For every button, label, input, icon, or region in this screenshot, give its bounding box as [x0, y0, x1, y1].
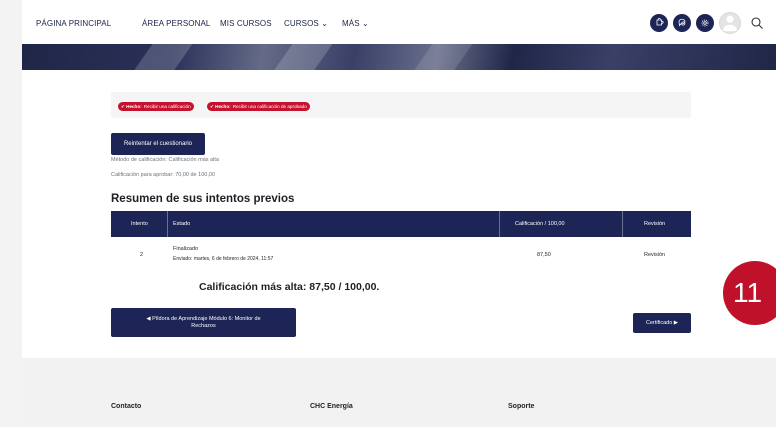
previous-activity-button[interactable]: ◀ Píldora de Aprendizaje Módulo 6: Monit…	[111, 308, 296, 337]
footer	[22, 358, 776, 427]
attempts-table-header: Intento Estado Calificación / 100,00 Rev…	[111, 211, 691, 237]
column-header-grade: Calificación / 100,00	[515, 221, 565, 227]
attempt-grade: 87,50	[537, 252, 551, 258]
completion-badge: ✔ Hecho: Recibir una calificación de apro…	[207, 102, 310, 111]
attempt-state: Finalizado	[173, 246, 199, 252]
completion-conditions: ✔ Hecho: Recibir una calificación ✔ Hecho…	[111, 92, 691, 118]
column-header-review: Revisión	[644, 221, 666, 227]
puzzle-icon[interactable]	[650, 14, 668, 32]
footer-company-heading: CHC Energía	[310, 403, 353, 410]
search-icon[interactable]	[750, 16, 764, 30]
column-header-state: Estado	[173, 221, 191, 227]
summary-heading: Resumen de sus intentos previos	[111, 193, 295, 205]
grading-method-text: Método de calificación: Calificación más…	[111, 157, 219, 163]
attempt-number: 2	[140, 252, 144, 258]
nav-personal-area[interactable]: ÁREA PERSONAL	[142, 19, 210, 28]
table-row: 2 Finalizado Enviado: martes, 6 de febre…	[111, 237, 691, 271]
nav-my-courses[interactable]: MIS CURSOS	[220, 19, 272, 28]
chevron-down-icon: ⌄	[321, 19, 328, 28]
best-grade-text: Calificación más alta: 87,50 / 100,00.	[199, 281, 380, 293]
nav-home[interactable]: PÁGINA PRINCIPAL	[36, 19, 111, 28]
avatar[interactable]	[719, 12, 741, 34]
pass-grade-text: Calificación para aprobar: 70,00 de 100,…	[111, 172, 215, 178]
nav-courses[interactable]: CURSOS ⌄	[284, 19, 328, 28]
review-link[interactable]: Revisión	[644, 252, 665, 258]
completion-badge: ✔ Hecho: Recibir una calificación	[118, 102, 194, 111]
footer-support-heading: Soporte	[508, 403, 535, 410]
reattempt-quiz-button[interactable]: Reintentar el cuestionario	[111, 133, 205, 155]
next-activity-button[interactable]: Certificado ▶	[633, 313, 691, 333]
top-navbar: PÁGINA PRINCIPAL ÁREA PERSONAL MIS CURSO…	[22, 0, 776, 44]
footer-contact-heading: Contacto	[111, 403, 142, 410]
attempt-submitted: Enviado: martes, 6 de febrero de 2024, 1…	[173, 256, 274, 262]
column-header-attempt: Intento	[131, 221, 148, 227]
chat-icon[interactable]	[673, 14, 691, 32]
chevron-down-icon: ⌄	[361, 19, 369, 28]
course-banner	[22, 44, 776, 70]
gear-icon[interactable]	[696, 14, 714, 32]
nav-more[interactable]: MÁS ⌄	[342, 19, 369, 28]
